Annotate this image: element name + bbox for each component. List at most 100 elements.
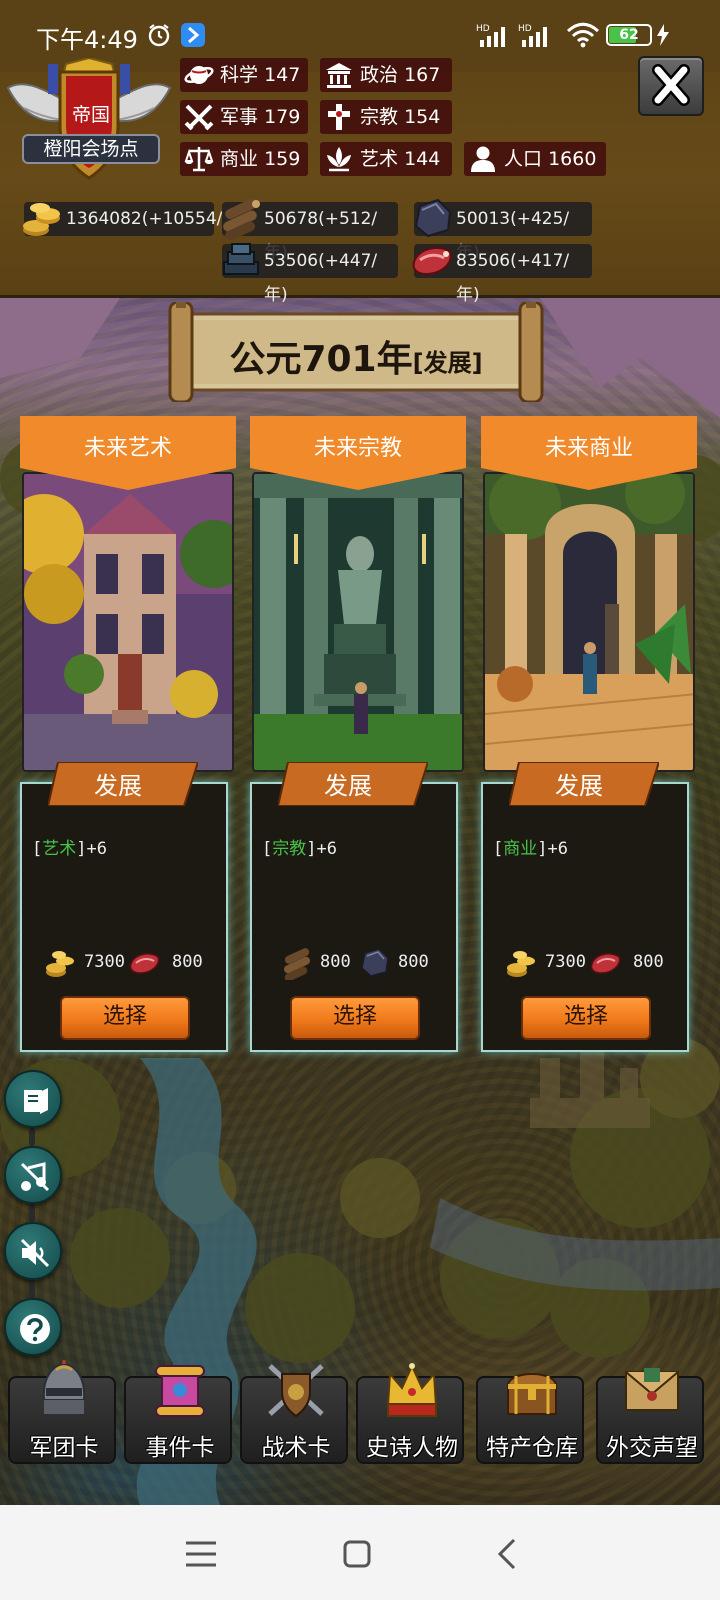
person-icon <box>471 146 495 172</box>
gold-coins-icon <box>507 951 535 977</box>
battery-indicator: 62 <box>606 24 652 46</box>
cost-amount: 800 <box>633 952 664 972</box>
signal-hd-2-icon: HD <box>518 24 547 47</box>
crown-icon <box>386 1363 438 1417</box>
close-button[interactable] <box>638 56 704 116</box>
card-costs: 7300 800 <box>22 946 230 982</box>
resource-stone: 50013(+425/年) <box>414 198 592 263</box>
card-effect-attribute: 艺术 <box>42 839 77 859</box>
menu-diplomatic-prestige[interactable]: 外交声望 <box>596 1368 704 1464</box>
choice-card-religion: 未来宗教 [宗教]+6 800 800 选择 发展 <box>250 416 466 1056</box>
menu-epic-figures[interactable]: 史诗人物 <box>356 1363 464 1464</box>
card-art-mansion-image <box>22 472 234 772</box>
stat-politics-label: 政治 <box>360 64 399 86</box>
stat-population: 人口 1660 <box>464 142 606 176</box>
iron-icon <box>223 243 259 275</box>
charging-icon <box>657 24 669 46</box>
battery-level: 62 <box>619 27 639 43</box>
cost-amount: 7300 <box>84 952 125 972</box>
card-detail-panel: [商业]+6 7300 800 选择 <box>481 782 689 1052</box>
wifi-icon <box>566 22 600 48</box>
resource-wood: 50678(+512/年) <box>222 198 398 263</box>
resource-meat-text: 83506(+417/年) <box>456 251 570 305</box>
card-art-courtyard-image <box>483 472 695 772</box>
helmet-icon <box>42 1360 86 1414</box>
resource-iron: 53506(+447/年) <box>222 243 398 305</box>
scales-icon <box>184 147 214 172</box>
cost-amount: 800 <box>398 952 429 972</box>
menu-label: 军团卡 <box>29 1435 99 1461</box>
stat-art-value: 144 <box>404 148 441 170</box>
card-detail-panel: [艺术]+6 7300 800 选择 <box>20 782 228 1052</box>
resource-gold-text: 1364082(+10554/ <box>66 209 223 229</box>
empire-header: 下午4:49 HD HD 62 帝国 橙阳会场点 科学 147 政治 167 军… <box>0 0 720 305</box>
home-square-icon[interactable] <box>342 1539 372 1569</box>
planet-icon <box>184 66 214 84</box>
card-title: 未来商业 <box>544 436 633 461</box>
help-icon <box>20 1314 50 1344</box>
choice-card-art: 未来艺术 [艺术]+6 7300 800 选择 发展 <box>20 416 236 1056</box>
card-title: 未来艺术 <box>83 436 172 461</box>
stat-science-label: 科学 <box>220 64 259 86</box>
menu-lines-icon[interactable] <box>184 1539 218 1569</box>
card-ribbon-label: 发展 <box>555 772 603 800</box>
menu-label: 史诗人物 <box>366 1435 458 1461</box>
sound-toggle-button[interactable] <box>4 1222 62 1280</box>
stat-population-value: 1660 <box>548 148 597 170</box>
svg-text:HD: HD <box>476 24 490 34</box>
year-banner: 公元701年[发展] <box>166 302 546 402</box>
stat-commerce-value: 159 <box>264 148 301 170</box>
stat-politics-value: 167 <box>404 64 441 86</box>
meat-icon <box>412 246 452 276</box>
temple-icon <box>326 63 352 88</box>
stat-art: 艺术 144 <box>320 142 452 176</box>
card-effect-attribute: 商业 <box>503 839 538 859</box>
sound-off-icon <box>20 1238 50 1268</box>
lotus-icon <box>327 147 351 172</box>
stat-science-value: 147 <box>264 64 301 86</box>
status-time: 下午4:49 <box>36 26 138 54</box>
stat-military-value: 179 <box>264 106 301 128</box>
music-toggle-button[interactable] <box>4 1146 62 1204</box>
card-detail-panel: [宗教]+6 800 800 选择 <box>250 782 458 1052</box>
menu-tactic-cards[interactable]: 战术卡 <box>240 1364 348 1464</box>
card-costs: 800 800 <box>252 946 460 982</box>
resource-gold: 1364082(+10554/ <box>23 202 222 236</box>
card-effect-attribute: 宗教 <box>272 839 307 859</box>
menu-label: 外交声望 <box>606 1435 698 1461</box>
back-chevron-icon[interactable] <box>496 1537 520 1571</box>
year-label: 公元701年 <box>229 339 413 380</box>
select-button[interactable]: 选择 <box>290 996 420 1040</box>
stat-commerce: 商业 159 <box>180 142 308 176</box>
card-effect: [商业]+6 <box>493 839 568 859</box>
stat-science: 科学 147 <box>180 58 308 92</box>
gold-coins-icon <box>23 203 60 236</box>
alarm-icon <box>148 24 170 47</box>
menu-label: 特产仓库 <box>486 1435 578 1461</box>
menu-event-cards[interactable]: 事件卡 <box>124 1365 232 1464</box>
cross-icon <box>328 104 350 130</box>
gold-coins-icon <box>46 951 74 977</box>
menu-specialty-warehouse[interactable]: 特产仓库 <box>476 1373 584 1464</box>
help-button[interactable] <box>4 1298 62 1356</box>
select-button[interactable]: 选择 <box>60 996 190 1040</box>
empire-title: 帝国 <box>71 104 110 126</box>
journal-button[interactable] <box>4 1070 62 1128</box>
stat-religion-value: 154 <box>404 106 441 128</box>
stat-politics: 政治 167 <box>320 58 452 92</box>
year-phase: [发展] <box>412 349 483 377</box>
tool-chain <box>29 1128 35 1146</box>
resource-iron-text: 53506(+447/年) <box>264 251 378 305</box>
tool-chain <box>29 1204 35 1222</box>
meat-icon <box>590 953 621 974</box>
cost-amount: 800 <box>320 952 351 972</box>
cost-amount: 7300 <box>545 952 586 972</box>
menu-label: 事件卡 <box>145 1435 215 1461</box>
menu-label: 战术卡 <box>261 1435 331 1461</box>
book-icon <box>24 1088 48 1114</box>
crossed-swords-icon <box>184 104 214 131</box>
wood-logs-icon <box>223 198 260 240</box>
card-costs: 7300 800 <box>483 946 691 982</box>
select-button[interactable]: 选择 <box>521 996 651 1040</box>
menu-legion-cards[interactable]: 军团卡 <box>8 1360 116 1464</box>
